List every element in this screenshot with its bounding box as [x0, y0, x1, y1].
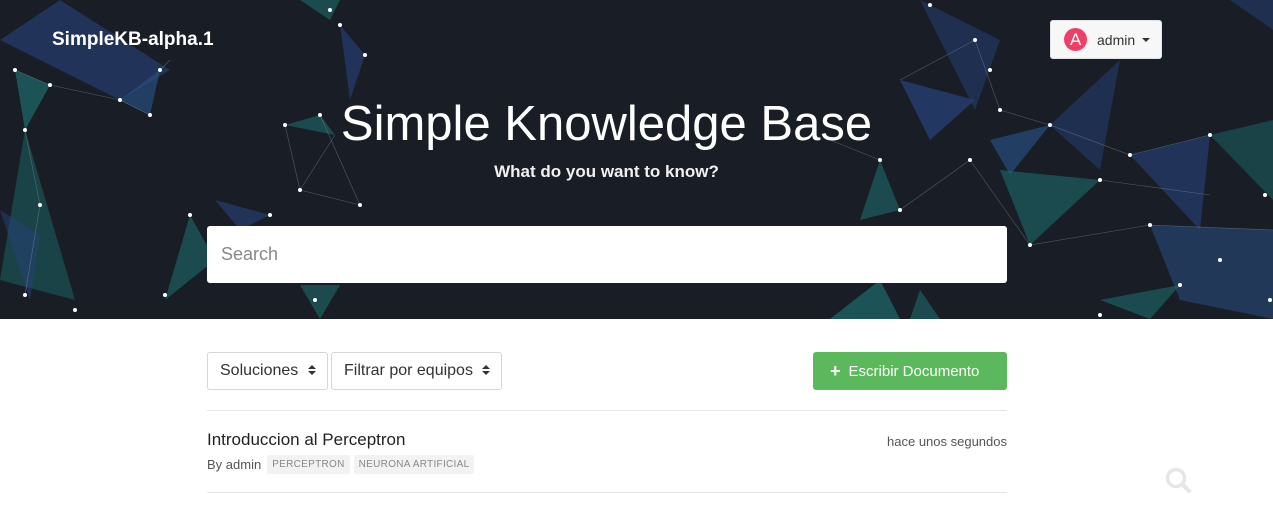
hero-subtitle: What do you want to know?: [494, 162, 719, 181]
divider: [207, 492, 1007, 493]
plus-icon: +: [830, 361, 841, 381]
user-menu-button[interactable]: A admin: [1050, 20, 1162, 59]
caret-down-icon: [1142, 37, 1151, 42]
user-name: admin: [1097, 31, 1136, 48]
teams-filter-label: Filtrar por equipos: [344, 362, 473, 379]
sort-arrows-icon: [308, 365, 316, 375]
document-tag[interactable]: PERCEPTRON: [267, 455, 350, 474]
divider: [207, 410, 1007, 411]
solutions-select-label: Soluciones: [220, 362, 299, 379]
teams-filter-select[interactable]: Filtrar por equipos: [331, 352, 502, 390]
write-document-label: Escribir Documento: [848, 362, 980, 380]
avatar: A: [1064, 28, 1087, 51]
solutions-select[interactable]: Soluciones: [207, 352, 328, 390]
document-timestamp: hace unos segundos: [887, 434, 1007, 449]
document-meta: By admin PERCEPTRON NEURONA ARTIFICIAL: [207, 455, 475, 474]
document-title[interactable]: Introduccion al Perceptron: [207, 430, 405, 450]
document-tag[interactable]: NEURONA ARTIFICIAL: [353, 455, 475, 474]
search-input[interactable]: [207, 226, 947, 283]
document-author: By admin: [207, 457, 262, 472]
search-icon[interactable]: [1164, 466, 1192, 494]
hero-title: Simple Knowledge Base: [340, 97, 873, 151]
write-document-button[interactable]: + Escribir Documento: [813, 352, 1007, 390]
sort-arrows-icon: [482, 365, 490, 375]
search-box: [207, 226, 1191, 493]
brand-logo-text[interactable]: SimpleKB-alpha.1: [52, 29, 214, 51]
